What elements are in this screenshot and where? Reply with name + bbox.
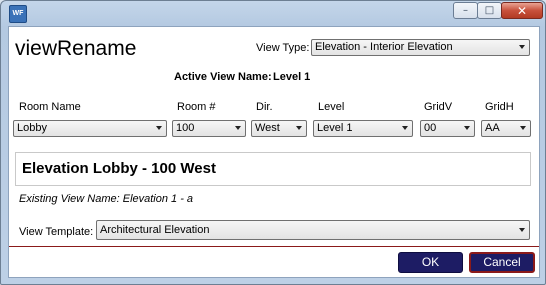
view-template-select[interactable]: Architectural Elevation	[96, 220, 530, 240]
dir-value: West	[255, 122, 280, 134]
close-button[interactable]: ✕	[501, 2, 543, 19]
chevron-down-icon	[519, 45, 525, 49]
dialog-window: WF – □ ✕ viewRename View Type: Elevation…	[0, 0, 546, 285]
dir-select[interactable]: West	[251, 120, 307, 137]
level-value: Level 1	[317, 122, 353, 134]
maximize-button[interactable]: □	[477, 2, 502, 19]
chevron-down-icon	[296, 126, 302, 130]
room-name-select[interactable]: Lobby	[13, 120, 167, 137]
footer-divider	[9, 246, 539, 247]
existing-view-name: Existing View Name: Elevation 1 - a	[19, 193, 194, 205]
chevron-down-icon	[464, 126, 470, 130]
view-type-select[interactable]: Elevation - Interior Elevation	[311, 39, 530, 56]
cancel-button[interactable]: Cancel	[469, 252, 535, 273]
title-bar[interactable]: WF – □ ✕	[1, 1, 545, 25]
view-type-value: Elevation - Interior Elevation	[315, 41, 453, 53]
room-number-select[interactable]: 100	[172, 120, 246, 137]
room-name-label: Room Name	[19, 101, 81, 113]
chevron-down-icon	[520, 126, 526, 130]
chevron-down-icon	[519, 228, 525, 232]
minimize-button[interactable]: –	[453, 2, 478, 19]
chevron-down-icon	[402, 126, 408, 130]
chevron-down-icon	[235, 126, 241, 130]
maximize-icon: □	[484, 5, 495, 16]
view-template-value: Architectural Elevation	[100, 224, 210, 236]
gridh-label: GridH	[485, 101, 514, 113]
dialog-heading: viewRename	[15, 37, 137, 60]
dir-label: Dir.	[256, 101, 273, 113]
view-template-label: View Template:	[19, 226, 94, 238]
minimize-icon: –	[463, 5, 468, 16]
active-view-value: Level 1	[273, 71, 311, 83]
app-icon: WF	[9, 5, 27, 23]
gridv-select[interactable]: 00	[420, 120, 475, 137]
new-view-name-display: Elevation Lobby - 100 West	[15, 152, 531, 186]
chevron-down-icon	[156, 126, 162, 130]
room-number-value: 100	[176, 122, 195, 134]
gridh-value: AA	[485, 122, 500, 134]
dialog-content: viewRename View Type: Elevation - Interi…	[8, 26, 540, 278]
gridv-value: 00	[424, 122, 437, 134]
room-name-value: Lobby	[17, 122, 47, 134]
view-type-label: View Type:	[256, 42, 310, 54]
ok-button[interactable]: OK	[398, 252, 463, 273]
room-number-label: Room #	[177, 101, 216, 113]
level-select[interactable]: Level 1	[313, 120, 413, 137]
active-view-label: Active View Name:	[174, 71, 272, 83]
close-icon: ✕	[516, 3, 528, 18]
gridh-select[interactable]: AA	[481, 120, 531, 137]
level-label: Level	[318, 101, 345, 113]
gridv-label: GridV	[424, 101, 453, 113]
